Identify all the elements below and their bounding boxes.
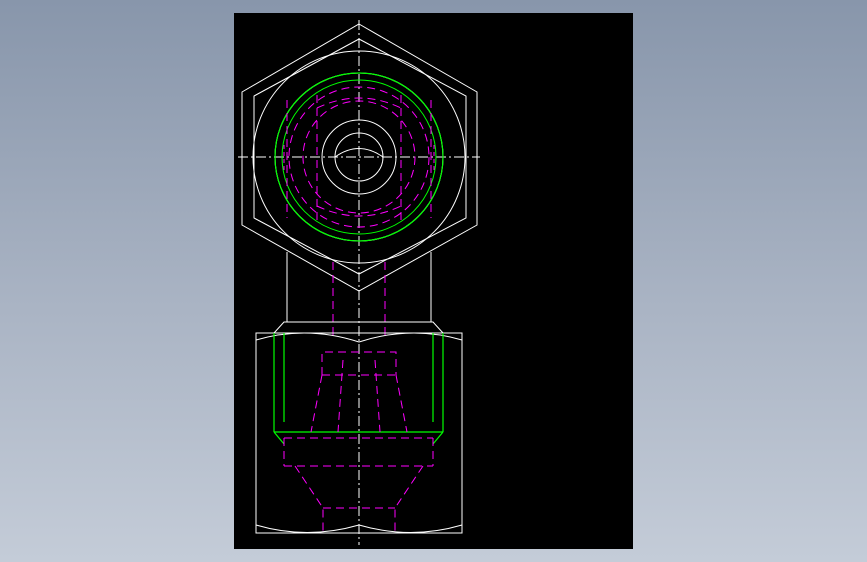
hidden-taper-right <box>395 374 408 433</box>
hidden-cone-left <box>294 465 324 533</box>
top-view <box>238 20 480 545</box>
hidden-taper-inner-right <box>374 359 381 433</box>
top-chamfer-arc-left <box>255 332 360 343</box>
bottom-chamfer-arc-left <box>255 524 360 533</box>
cad-viewport[interactable] <box>0 0 867 562</box>
hidden-cone-right <box>394 465 424 533</box>
hidden-taper-inner-left <box>337 359 344 433</box>
centerlines <box>238 20 480 545</box>
cad-drawing <box>238 20 480 545</box>
thread-chamfer-left <box>273 431 285 445</box>
hidden-taper-left <box>310 374 323 433</box>
bottom-chamfer-arc-right <box>358 524 463 533</box>
top-chamfer-arc-right <box>358 332 463 343</box>
thread-chamfer-right <box>432 431 444 445</box>
